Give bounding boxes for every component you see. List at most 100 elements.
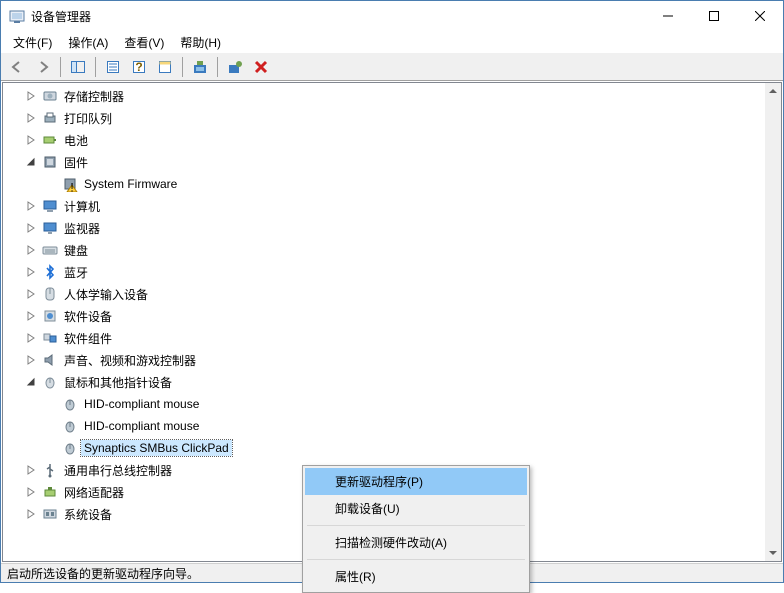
tree-node-label[interactable]: 软件组件 <box>61 329 115 348</box>
tree-node-label[interactable]: Synaptics SMBus ClickPad <box>81 440 232 456</box>
tree-node-label[interactable]: 蓝牙 <box>61 263 91 282</box>
help-button[interactable]: ? <box>127 55 151 79</box>
uninstall-button[interactable] <box>249 55 273 79</box>
menu-file[interactable]: 文件(F) <box>5 32 60 53</box>
toolbar-separator <box>95 57 96 77</box>
tree-node[interactable]: 声音、视频和游戏控制器 <box>3 349 765 371</box>
tree-node-label[interactable]: 电池 <box>61 131 91 150</box>
tree-node[interactable]: 键盘 <box>3 239 765 261</box>
scan-hardware-button[interactable] <box>223 55 247 79</box>
update-driver-button[interactable] <box>188 55 212 79</box>
tree-node-label[interactable]: 通用串行总线控制器 <box>61 461 175 480</box>
tree-node-label[interactable]: HID-compliant mouse <box>81 396 202 412</box>
minimize-button[interactable] <box>645 1 691 31</box>
expander-closed-icon[interactable] <box>23 264 39 280</box>
tree-node[interactable]: 打印队列 <box>3 107 765 129</box>
expander-closed-icon[interactable] <box>23 484 39 500</box>
tree-node-label[interactable]: 声音、视频和游戏控制器 <box>61 351 199 370</box>
tree-node-label[interactable]: 网络适配器 <box>61 483 127 502</box>
expander-closed-icon[interactable] <box>23 220 39 236</box>
tree-node-label[interactable]: 软件设备 <box>61 307 115 326</box>
tree-node-label[interactable]: 鼠标和其他指针设备 <box>61 373 175 392</box>
system-icon <box>42 506 58 522</box>
expander-none <box>43 440 59 456</box>
context-update-driver[interactable]: 更新驱动程序(P) <box>305 468 527 495</box>
expander-closed-icon[interactable] <box>23 88 39 104</box>
tree-node-label[interactable]: 存储控制器 <box>61 87 127 106</box>
expander-closed-icon[interactable] <box>23 286 39 302</box>
tree-node-label[interactable]: 人体学输入设备 <box>61 285 151 304</box>
app-icon <box>9 8 25 24</box>
tree-node-label[interactable]: 打印队列 <box>61 109 115 128</box>
toolbar: ? <box>1 53 783 81</box>
scroll-up-button[interactable] <box>765 83 781 99</box>
context-properties[interactable]: 属性(R) <box>305 563 527 590</box>
storage-icon <box>42 88 58 104</box>
expander-closed-icon[interactable] <box>23 462 39 478</box>
show-hide-tree-button[interactable] <box>66 55 90 79</box>
toolbar-separator <box>60 57 61 77</box>
expander-closed-icon[interactable] <box>23 330 39 346</box>
tree-node-label[interactable]: 计算机 <box>61 197 103 216</box>
tree-node[interactable]: 软件设备 <box>3 305 765 327</box>
monitor-icon <box>42 220 58 236</box>
expander-closed-icon[interactable] <box>23 506 39 522</box>
tree-node[interactable]: HID-compliant mouse <box>3 393 765 415</box>
tree-node[interactable]: 监视器 <box>3 217 765 239</box>
tree-node[interactable]: 计算机 <box>3 195 765 217</box>
window-title: 设备管理器 <box>31 8 645 25</box>
menu-view[interactable]: 查看(V) <box>116 32 172 53</box>
tree-node[interactable]: 蓝牙 <box>3 261 765 283</box>
tree-node[interactable]: 电池 <box>3 129 765 151</box>
expander-closed-icon[interactable] <box>23 352 39 368</box>
keyboard-icon <box>42 242 58 258</box>
forward-button[interactable] <box>31 55 55 79</box>
hid-icon <box>42 286 58 302</box>
tree-node-label[interactable]: 固件 <box>61 153 91 172</box>
tree-node-label[interactable]: HID-compliant mouse <box>81 418 202 434</box>
expander-open-icon[interactable] <box>23 154 39 170</box>
menu-help[interactable]: 帮助(H) <box>172 32 229 53</box>
expander-open-icon[interactable] <box>23 374 39 390</box>
tree-node[interactable]: HID-compliant mouse <box>3 415 765 437</box>
scroll-down-button[interactable] <box>765 545 781 561</box>
back-button[interactable] <box>5 55 29 79</box>
context-separator <box>307 525 525 526</box>
tree-node[interactable]: Synaptics SMBus ClickPad <box>3 437 765 459</box>
mouse-dev-icon <box>62 440 78 456</box>
toolbar-separator <box>217 57 218 77</box>
expander-closed-icon[interactable] <box>23 198 39 214</box>
expander-closed-icon[interactable] <box>23 242 39 258</box>
menubar: 文件(F) 操作(A) 查看(V) 帮助(H) <box>1 31 783 53</box>
menu-action[interactable]: 操作(A) <box>60 32 116 53</box>
expander-none <box>43 396 59 412</box>
toolbar-separator <box>182 57 183 77</box>
context-uninstall[interactable]: 卸载设备(U) <box>305 495 527 522</box>
context-menu: 更新驱动程序(P) 卸载设备(U) 扫描检测硬件改动(A) 属性(R) <box>302 465 530 593</box>
svg-text:?: ? <box>135 60 142 74</box>
tree-node-label[interactable]: 系统设备 <box>61 505 115 524</box>
tree-node[interactable]: !System Firmware <box>3 173 765 195</box>
close-button[interactable] <box>737 1 783 31</box>
sw-icon <box>42 308 58 324</box>
expander-closed-icon[interactable] <box>23 110 39 126</box>
tree-node-label[interactable]: System Firmware <box>81 176 180 192</box>
titlebar: 设备管理器 <box>1 1 783 31</box>
expander-closed-icon[interactable] <box>23 308 39 324</box>
usb-icon <box>42 462 58 478</box>
tree-node-label[interactable]: 键盘 <box>61 241 91 260</box>
tree-node[interactable]: 固件 <box>3 151 765 173</box>
tree-node[interactable]: 软件组件 <box>3 327 765 349</box>
tree-node-label[interactable]: 监视器 <box>61 219 103 238</box>
tree-node[interactable]: 鼠标和其他指针设备 <box>3 371 765 393</box>
vertical-scrollbar[interactable] <box>765 83 781 561</box>
expander-closed-icon[interactable] <box>23 132 39 148</box>
maximize-button[interactable] <box>691 1 737 31</box>
bluetooth-icon <box>42 264 58 280</box>
tree-node[interactable]: 存储控制器 <box>3 85 765 107</box>
action-button[interactable] <box>153 55 177 79</box>
properties-button[interactable] <box>101 55 125 79</box>
tree-node[interactable]: 人体学输入设备 <box>3 283 765 305</box>
context-scan[interactable]: 扫描检测硬件改动(A) <box>305 529 527 556</box>
printer-icon <box>42 110 58 126</box>
